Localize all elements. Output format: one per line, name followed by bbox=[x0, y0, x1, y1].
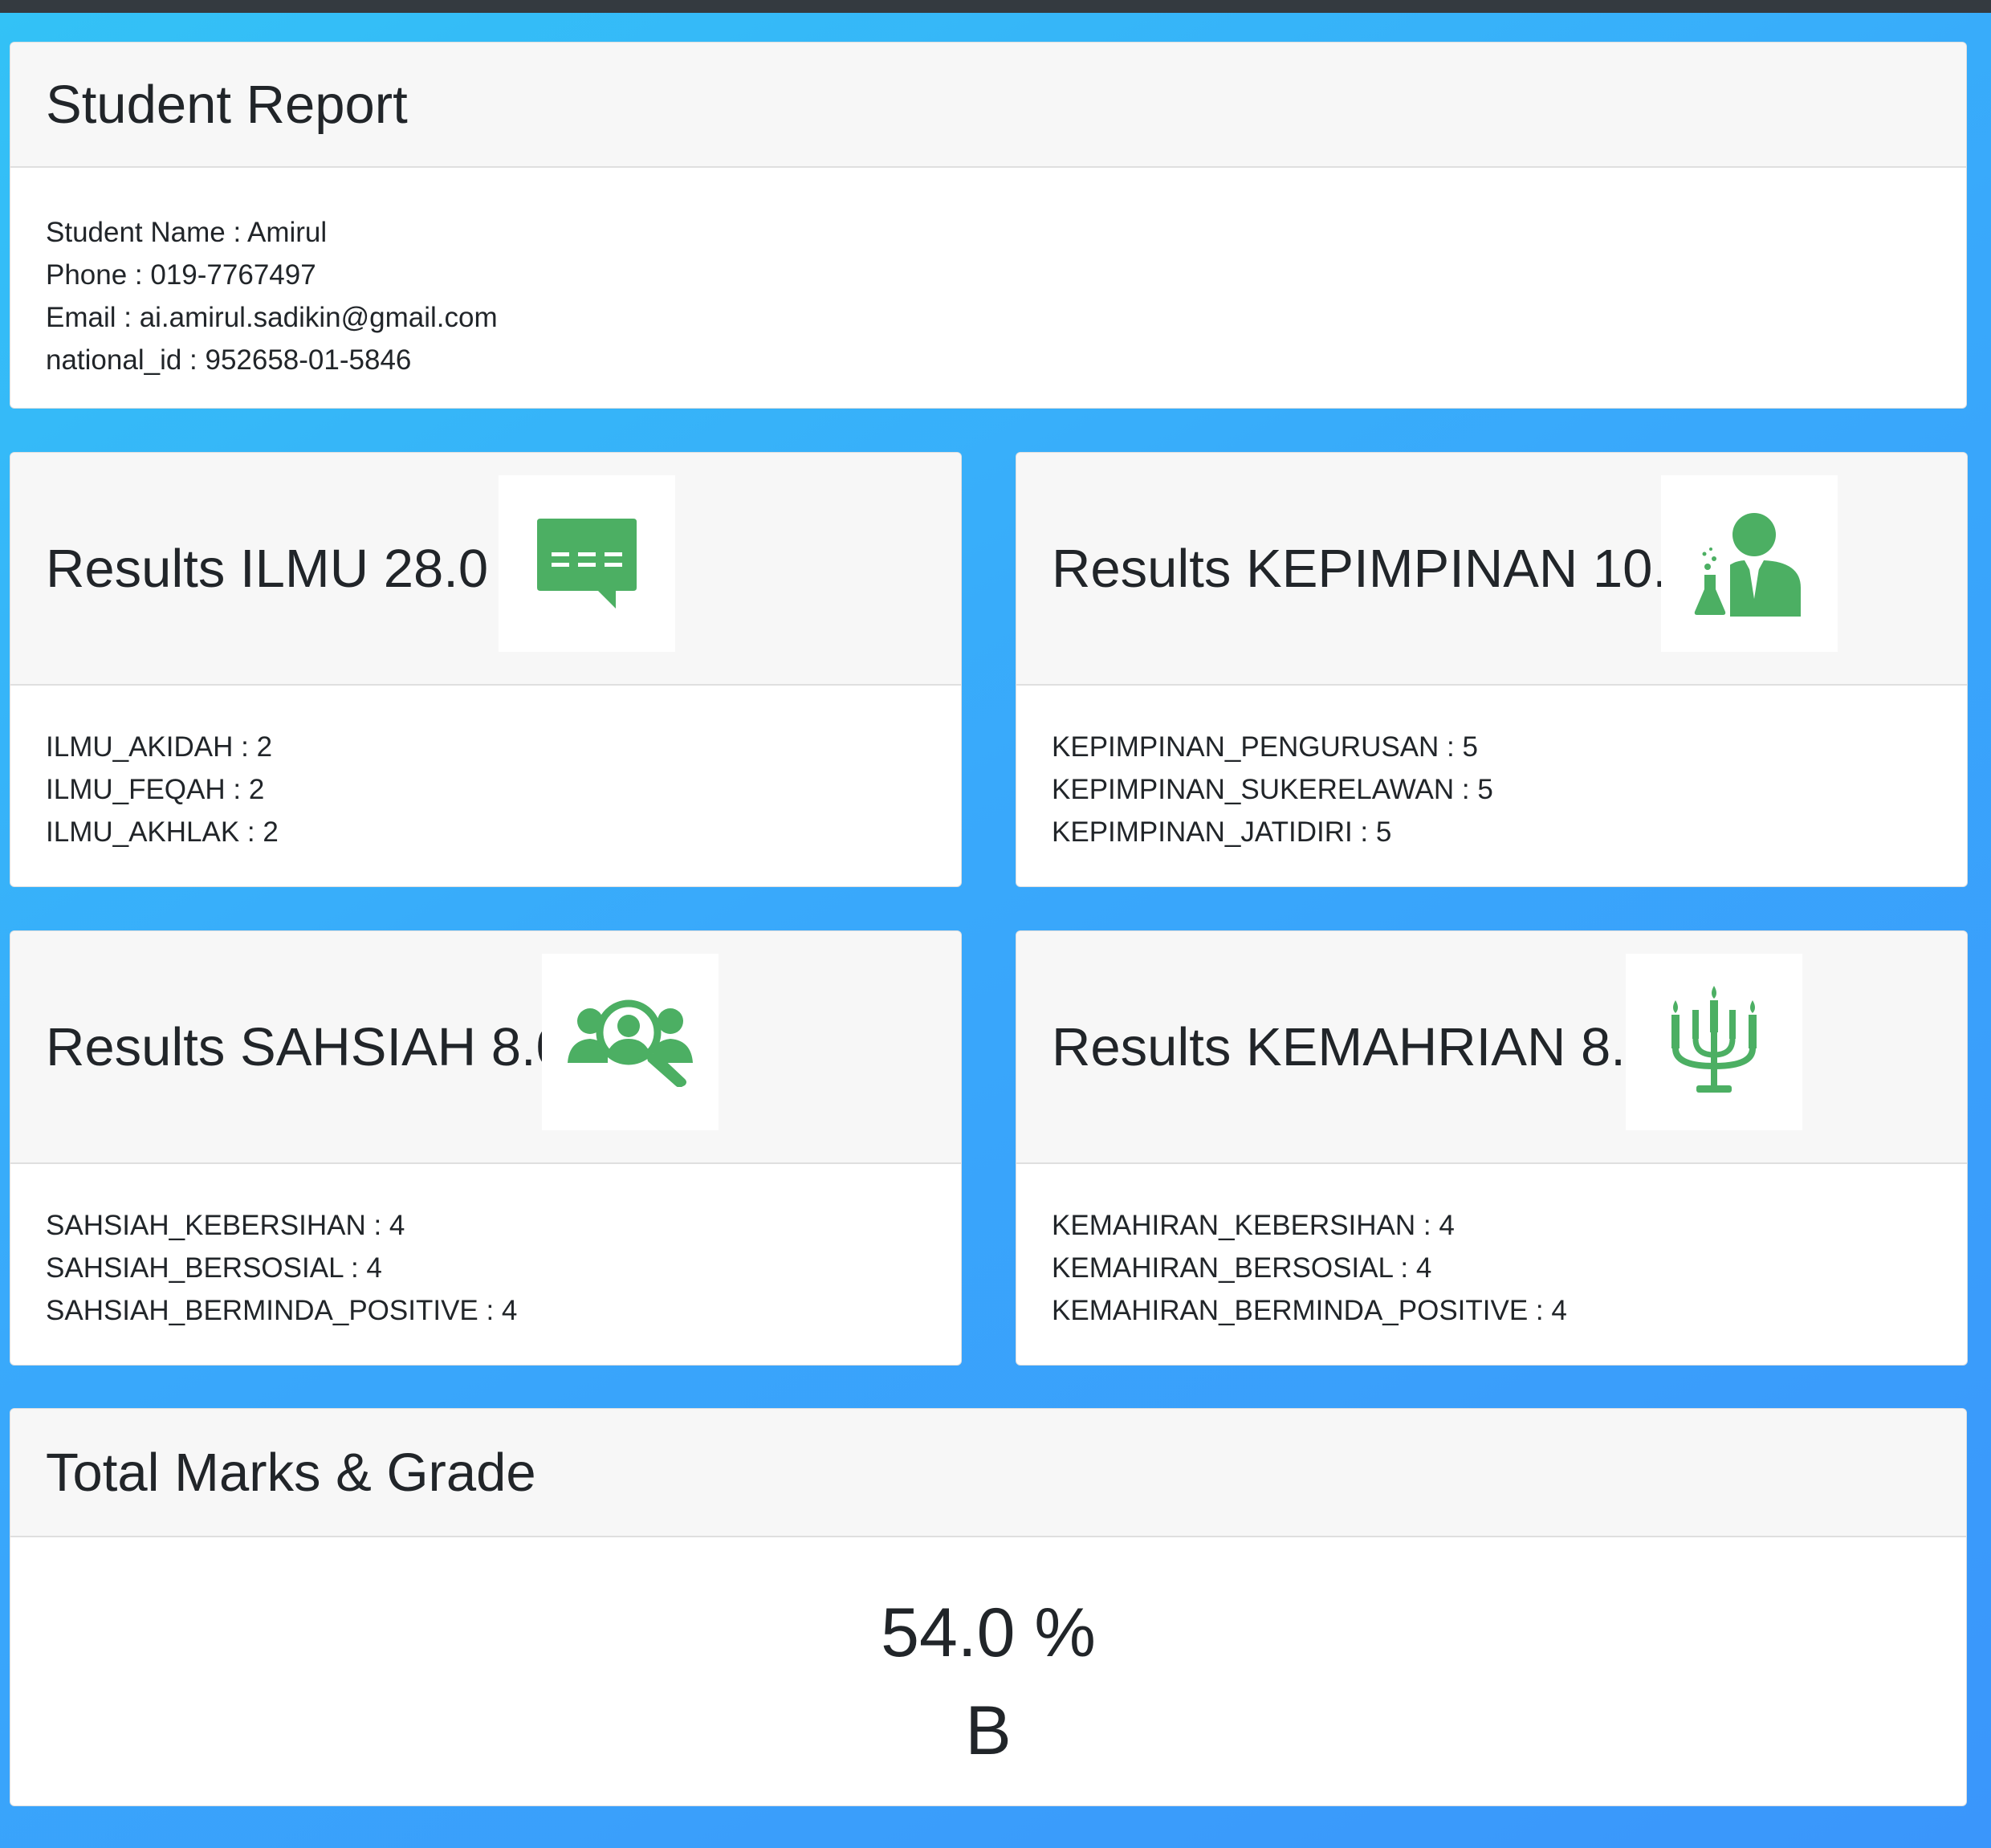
results-kepimpinan-header: Results KEPIMPINAN 10.0 % bbox=[1016, 453, 1967, 686]
student-phone: Phone : 019-7767497 bbox=[46, 259, 316, 291]
results-kemahiran-header: Results KEMAHRIAN 8.0 % bbox=[1016, 931, 1967, 1164]
list-item: SAHSIAH_BERSOSIAL : 4 bbox=[46, 1252, 382, 1284]
list-item: KEMAHIRAN_BERSOSIAL : 4 bbox=[1052, 1252, 1432, 1284]
list-item: ILMU_FEQAH : 2 bbox=[46, 774, 265, 805]
total-marks-card: Total Marks & Grade 54.0 % B bbox=[10, 1408, 1967, 1806]
results-kepimpinan-title: Results KEPIMPINAN 10.0 % bbox=[1052, 538, 1761, 599]
scientist-icon bbox=[1661, 475, 1838, 652]
results-ilmu-body: ILMU_AKIDAH : 2 ILMU_FEQAH : 2 ILMU_AKHL… bbox=[10, 686, 961, 853]
candelabra-icon bbox=[1626, 954, 1802, 1130]
results-kemahiran-card: Results KEMAHRIAN 8.0 % KEMAHIRAN_KEBERS… bbox=[1016, 930, 1968, 1366]
results-ilmu-header: Results ILMU 28.0 % bbox=[10, 453, 961, 686]
list-item: ILMU_AKIDAH : 2 bbox=[46, 731, 273, 763]
results-kemahiran-body: KEMAHIRAN_KEBERSIHAN : 4 KEMAHIRAN_BERSO… bbox=[1016, 1164, 1967, 1332]
top-bar bbox=[0, 0, 1991, 13]
results-ilmu-card: Results ILMU 28.0 % ILMU_AKIDAH : 2 ILMU… bbox=[10, 452, 962, 887]
results-sahsiah-body: SAHSIAH_KEBERSIHAN : 4 SAHSIAH_BERSOSIAL… bbox=[10, 1164, 961, 1332]
total-marks-header: Total Marks & Grade bbox=[10, 1409, 1966, 1537]
student-report-title: Student Report bbox=[46, 74, 408, 135]
total-grade: B bbox=[965, 1692, 1012, 1769]
student-report-card: Student Report Student Name : Amirul Pho… bbox=[10, 42, 1967, 409]
list-item: SAHSIAH_KEBERSIHAN : 4 bbox=[46, 1210, 405, 1241]
list-item: KEMAHIRAN_KEBERSIHAN : 4 bbox=[1052, 1210, 1455, 1241]
results-sahsiah-card: Results SAHSIAH 8.0 % SAHSIAH_KEBERSIHAN… bbox=[10, 930, 962, 1366]
list-item: SAHSIAH_BERMINDA_POSITIVE : 4 bbox=[46, 1295, 518, 1326]
total-percent: 54.0 % bbox=[881, 1594, 1096, 1671]
results-kemahiran-title: Results KEMAHRIAN 8.0 % bbox=[1052, 1016, 1719, 1077]
student-report-header: Student Report bbox=[10, 43, 1966, 168]
list-item: ILMU_AKHLAK : 2 bbox=[46, 816, 279, 848]
chat-bubble-icon bbox=[499, 475, 675, 652]
results-sahsiah-header: Results SAHSIAH 8.0 % bbox=[10, 931, 961, 1164]
total-marks-title: Total Marks & Grade bbox=[46, 1442, 536, 1503]
results-ilmu-title: Results ILMU 28.0 % bbox=[46, 538, 552, 599]
student-report-body: Student Name : Amirul Phone : 019-776749… bbox=[10, 168, 1966, 381]
results-kepimpinan-card: Results KEPIMPINAN 10.0 % KEPIMPINAN_PEN… bbox=[1016, 452, 1968, 887]
list-item: KEPIMPINAN_SUKERELAWAN : 5 bbox=[1052, 774, 1493, 805]
results-kepimpinan-body: KEPIMPINAN_PENGURUSAN : 5 KEPIMPINAN_SUK… bbox=[1016, 686, 1967, 853]
list-item: KEMAHIRAN_BERMINDA_POSITIVE : 4 bbox=[1052, 1295, 1567, 1326]
list-item: KEPIMPINAN_JATIDIRI : 5 bbox=[1052, 816, 1392, 848]
student-email: Email : ai.amirul.sadikin@gmail.com bbox=[46, 302, 498, 333]
list-item: KEPIMPINAN_PENGURUSAN : 5 bbox=[1052, 731, 1478, 763]
student-national-id: national_id : 952658-01-5846 bbox=[46, 344, 412, 376]
total-marks-body: 54.0 % B bbox=[10, 1537, 1966, 1780]
people-search-icon bbox=[542, 954, 719, 1130]
student-name: Student Name : Amirul bbox=[46, 217, 328, 248]
